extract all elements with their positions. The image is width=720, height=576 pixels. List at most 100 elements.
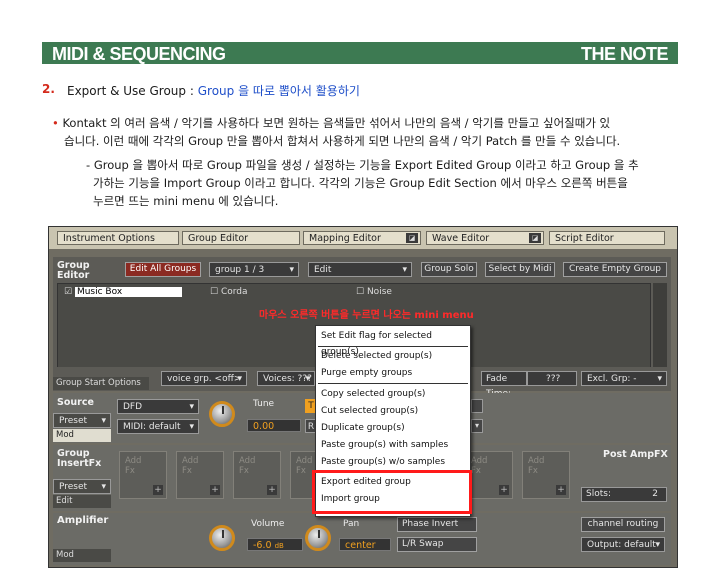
checkbox-icon[interactable]: ☐ (210, 287, 218, 297)
volume-knob[interactable] (209, 525, 235, 551)
pan-value[interactable]: center (339, 538, 391, 551)
slot-label: Add (528, 456, 545, 466)
tab-label: Script Editor (555, 233, 614, 244)
group-editor-label: Group Editor (57, 261, 90, 281)
slot-label: Fx (471, 466, 481, 476)
tune-knob[interactable] (209, 401, 235, 427)
lr-swap-button[interactable]: L/R Swap (397, 537, 477, 552)
insert-fx-edit-button[interactable]: Edit (53, 495, 111, 508)
paragraph-1-line-1: • Kontakt 의 여러 음색 / 악기를 사용하다 보면 원하는 음색들만… (52, 114, 692, 132)
menu-paste-with-samples[interactable]: Paste group(s) with samples (318, 437, 448, 453)
amplifier-mod-button[interactable]: Mod (53, 549, 111, 562)
menu-delete-groups[interactable]: Delete selected group(s) (318, 348, 432, 364)
fade-time-value[interactable]: ??? (527, 371, 577, 386)
source-preset-dropdown[interactable]: Preset (53, 413, 111, 429)
menu-cut-groups[interactable]: Cut selected group(s) (318, 403, 418, 419)
paragraph-2-line-1: - Group 을 뽑아서 따로 Group 파일을 생성 / 설정하는 기능을… (86, 156, 696, 174)
fx-slot-6[interactable]: Add Fx + (522, 451, 570, 499)
slot-label: Fx (239, 466, 249, 476)
slot-label: Add (239, 456, 256, 466)
group-row-noise[interactable]: ☐ Noise (356, 287, 392, 297)
pan-label: Pan (343, 519, 360, 529)
slot-label: Fx (182, 466, 192, 476)
source-dropdown-right[interactable]: ▾ (471, 419, 483, 433)
plus-icon[interactable]: + (556, 485, 566, 495)
paragraph-1: • Kontakt 의 여러 음색 / 악기를 사용하다 보면 원하는 음색들만… (52, 114, 692, 150)
menu-set-edit-flag[interactable]: Set Edit flag for selected group(s) (318, 328, 470, 357)
section-title-highlight: Group 을 따로 뽑아서 활용하기 (197, 84, 360, 98)
slot-label: Add (471, 456, 488, 466)
volume-value[interactable]: -6.0 dB (247, 538, 303, 551)
paragraph-1-line-2: 습니다. 이런 때에 각각의 Group 만을 뽑아서 합쳐서 사용하게 되면 … (64, 134, 621, 148)
section-title: Export & Use Group : Group 을 따로 뽑아서 활용하기 (67, 82, 360, 99)
tab-script-editor[interactable]: Script Editor (549, 231, 665, 245)
menu-purge-empty[interactable]: Purge empty groups (318, 365, 412, 381)
fx-slot-3[interactable]: Add Fx + (233, 451, 281, 499)
pan-knob[interactable] (305, 525, 331, 551)
amplifier-panel: Amplifier Mod Volume -6.0 dB Pan center … (53, 513, 671, 565)
header-left-title: MIDI & SEQUENCING (52, 44, 226, 64)
fx-slot-5[interactable]: Add Fx + (465, 451, 513, 499)
output-dropdown[interactable]: Output: default (581, 537, 665, 553)
insert-fx-label: Group InsertFx (57, 449, 101, 469)
slot-label: Add (182, 456, 199, 466)
tab-label: Mapping Editor (309, 233, 381, 244)
tab-label: Group Editor (188, 233, 249, 244)
tab-label: Wave Editor (432, 233, 490, 244)
dash-mark: - (86, 158, 91, 172)
voices-field[interactable]: Voices: ??? (257, 371, 315, 387)
select-by-midi-button[interactable]: Select by Midi (485, 262, 555, 277)
plus-icon[interactable]: + (210, 485, 220, 495)
plus-icon[interactable]: + (153, 485, 163, 495)
menu-copy-groups[interactable]: Copy selected group(s) (318, 386, 425, 402)
voice-group-dropdown[interactable]: voice grp. <off> (161, 371, 247, 387)
tab-label: Instrument Options (63, 233, 155, 244)
slots-field[interactable]: Slots: 2 (581, 487, 667, 502)
p1-line1-text: Kontakt 의 여러 음색 / 악기를 사용하다 보면 원하는 음색들만 섞… (62, 116, 611, 130)
paragraph-2-line-2: 가하는 기능을 Import Group 이라고 합니다. 각각의 기능은 Gr… (93, 176, 628, 190)
plus-icon[interactable]: + (499, 485, 509, 495)
menu-duplicate-groups[interactable]: Duplicate group(s) (318, 420, 405, 436)
engine-dropdown[interactable]: DFD (117, 399, 199, 415)
slots-label: Slots: (586, 489, 611, 499)
insert-fx-preset-dropdown[interactable]: Preset (53, 479, 111, 495)
tab-mapping-editor[interactable]: Mapping Editor ◪ (303, 231, 421, 245)
mini-menu-annotation: 마우스 오른쪽 버튼을 누르면 나오는 mini menu (259, 310, 474, 321)
tab-instrument-options[interactable]: Instrument Options (57, 231, 179, 245)
group-start-options-tab[interactable]: Group Start Options (53, 377, 149, 390)
excl-group-dropdown[interactable]: Excl. Grp: - (581, 371, 667, 387)
label-line: InsertFx (57, 458, 102, 469)
editor-tab-bar: Instrument Options Group Editor Mapping … (49, 227, 677, 249)
menu-paste-without-samples[interactable]: Paste group(s) w/o samples (318, 454, 445, 470)
paragraph-2: - Group 을 뽑아서 따로 Group 파일을 생성 / 설정하는 기능을… (86, 156, 696, 210)
tune-value[interactable]: 0.00 (247, 419, 301, 432)
checkbox-icon[interactable]: ☐ (356, 287, 364, 297)
source-button-right[interactable] (471, 399, 483, 413)
group-select-dropdown[interactable]: group 1 / 3 (209, 262, 299, 278)
volume-number: -6.0 (253, 540, 272, 551)
edit-all-groups-button[interactable]: Edit All Groups (125, 262, 201, 277)
group-row-corda[interactable]: ☐ Corda (210, 287, 248, 297)
tab-group-editor[interactable]: Group Editor (182, 231, 300, 245)
fx-slot-1[interactable]: Add Fx + (119, 451, 167, 499)
group-row-music-box[interactable]: ☑ Music Box (64, 287, 183, 297)
checked-box-icon[interactable]: ☑ (64, 287, 72, 297)
plus-icon[interactable]: + (267, 485, 277, 495)
tab-wave-editor[interactable]: Wave Editor ◪ (426, 231, 544, 245)
group-solo-button[interactable]: Group Solo (421, 262, 477, 277)
expand-icon: ◪ (529, 233, 541, 243)
slot-label: Add (125, 456, 142, 466)
bullet-dot: • (52, 116, 59, 130)
midi-channel-dropdown[interactable]: MIDI: default (117, 419, 199, 435)
fx-slot-2[interactable]: Add Fx + (176, 451, 224, 499)
create-empty-group-button[interactable]: Create Empty Group (563, 262, 667, 277)
phase-invert-button[interactable]: Phase Invert (397, 517, 477, 532)
source-mod-button[interactable]: Mod (53, 429, 111, 442)
paragraph-2-line-3: 누르면 뜨는 mini menu 에 있습니다. (93, 194, 279, 208)
channel-routing-button[interactable]: channel routing (581, 517, 665, 532)
label-line: Editor (57, 270, 90, 281)
amplifier-label: Amplifier (57, 515, 109, 526)
export-import-highlight (312, 470, 472, 514)
group-list-scrollbar[interactable] (653, 283, 667, 369)
edit-select-dropdown[interactable]: Edit (308, 262, 412, 278)
